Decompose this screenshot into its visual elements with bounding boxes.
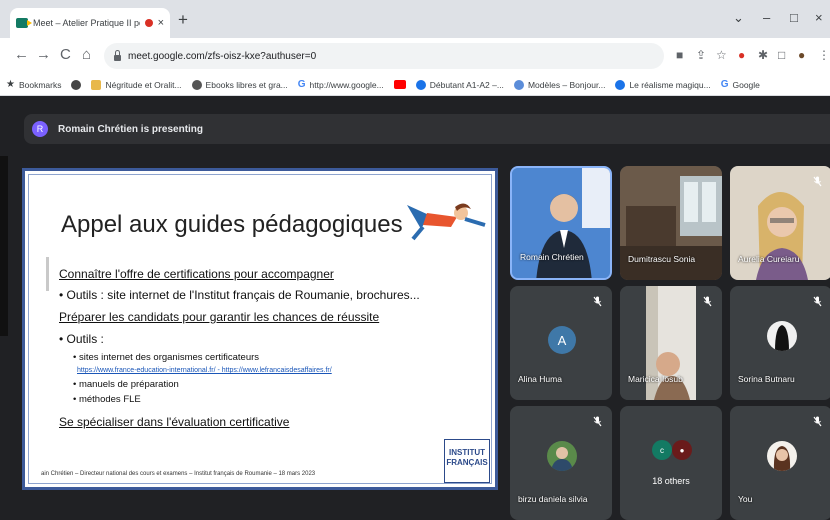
slide-heading-3: Se spécialiser dans l'évaluation certifi…: [59, 415, 290, 429]
minimize-button[interactable]: –: [763, 10, 770, 25]
bookmark-debutant[interactable]: Débutant A1-A2 –...: [415, 79, 504, 90]
mic-off-icon: [813, 416, 822, 427]
participant-tile[interactable]: A Alina Huma: [510, 286, 612, 400]
participant-tile[interactable]: Aurelia Cureiaru: [730, 166, 830, 280]
institut-francais-logo: INSTITUT FRANÇAIS: [444, 439, 490, 483]
bookmark-modeles[interactable]: Modèles – Bonjour...: [513, 79, 605, 90]
profile-avatar-icon[interactable]: ●: [798, 49, 805, 62]
others-count: 18 others: [652, 476, 690, 486]
back-button[interactable]: ←: [14, 47, 29, 63]
ebook-icon: [191, 79, 202, 90]
recording-indicator-icon: [144, 19, 153, 27]
participant-name: You: [738, 494, 753, 504]
reload-button[interactable]: C: [60, 47, 71, 63]
bookmark-negritude[interactable]: Négritude et Oralit...: [91, 79, 182, 90]
tab-search-button[interactable]: ⌄: [733, 10, 744, 26]
participant-name: Aurelia Cureiaru: [738, 254, 800, 264]
slide-footer: ain Chrétien – Directeur national des co…: [41, 471, 316, 477]
menu-kebab-icon[interactable]: ⋮: [818, 49, 830, 62]
slide-sub-2: • manuels de préparation: [73, 379, 179, 390]
bookmark-star-icon[interactable]: ☆: [716, 49, 727, 62]
participant-name: Sorina Butnaru: [738, 374, 795, 384]
youtube-icon: [393, 80, 406, 89]
site-icon: [615, 79, 626, 90]
superhero-illustration: [407, 203, 486, 241]
participant-tile[interactable]: Dumitrascu Sonia: [620, 166, 722, 280]
book-icon: [91, 79, 102, 90]
side-strip: [0, 156, 8, 336]
browser-tab-bar: Meet – Atelier Pratique II pe × + ⌄ – □ …: [0, 0, 830, 38]
slide-sub-3: • méthodes FLE: [73, 394, 141, 405]
participant-tile-self[interactable]: You: [730, 406, 830, 520]
address-bar[interactable]: meet.google.com/zfs-oisz-kxe?authuser=0: [104, 43, 664, 69]
chromium-icon: [71, 79, 82, 90]
slide-bullet-1: • Outils : site internet de l'Institut f…: [59, 288, 420, 302]
close-window-button[interactable]: ×: [815, 10, 823, 25]
browser-toolbar: ← → C ⌂ meet.google.com/zfs-oisz-kxe?aut…: [0, 38, 830, 74]
participant-name: Maricica Iosub: [628, 374, 683, 384]
participant-tile[interactable]: Romain Chrétien: [510, 166, 612, 280]
camera-in-use-icon[interactable]: ■: [676, 49, 683, 62]
avatar: [767, 441, 797, 471]
slide-sub-1: • sites internet des organismes certific…: [73, 352, 260, 363]
tab-title: Meet – Atelier Pratique II pe: [33, 18, 140, 28]
lock-icon: [114, 49, 121, 61]
avatar: A: [548, 326, 576, 354]
mic-off-icon: [813, 176, 822, 187]
participant-name: Romain Chrétien: [520, 252, 584, 262]
avatar: c: [652, 440, 672, 460]
presenter-banner: R Romain Chrétien is presenting: [24, 114, 830, 144]
meet-call-area: R Romain Chrétien is presenting Appel au…: [0, 96, 830, 520]
extensions-puzzle-icon[interactable]: ✱: [758, 49, 768, 62]
bookmarks-bar: ★ Bookmarks Négritude et Oralit... Ebook…: [0, 74, 830, 96]
bookmark-google-search[interactable]: G http://www.google...: [298, 79, 384, 90]
slide-accent-bar: [46, 257, 49, 291]
participant-tile[interactable]: birzu daniela silvia: [510, 406, 612, 520]
participant-name: birzu daniela silvia: [518, 494, 588, 504]
browser-tab-meet[interactable]: Meet – Atelier Pratique II pe ×: [10, 8, 170, 38]
avatar: [547, 441, 577, 471]
url-text: meet.google.com/zfs-oisz-kxe?authuser=0: [128, 50, 317, 62]
slide-bullet-2: • Outils :: [59, 332, 104, 346]
slide-heading-2: Préparer les candidats pour garantir les…: [59, 310, 380, 324]
bookmark-youtube[interactable]: [393, 80, 406, 89]
participant-tile[interactable]: Sorina Butnaru: [730, 286, 830, 400]
participant-name: Alina Huma: [518, 374, 562, 384]
participant-tile-others[interactable]: c ● 18 others: [620, 406, 722, 520]
forward-button[interactable]: →: [36, 47, 51, 63]
google-meet-icon: [16, 18, 32, 28]
star-icon: ★: [6, 79, 15, 90]
site-icon: [415, 79, 426, 90]
tab-close-button[interactable]: ×: [158, 17, 164, 29]
mic-off-icon: [703, 296, 712, 307]
bookmark-chromium[interactable]: [71, 79, 82, 90]
mic-off-icon: [593, 296, 602, 307]
participant-name: Dumitrascu Sonia: [628, 254, 696, 264]
avatar: [767, 321, 797, 351]
mic-off-icon: [813, 296, 822, 307]
new-tab-button[interactable]: +: [178, 11, 188, 28]
bookmarks-folder[interactable]: ★ Bookmarks: [6, 79, 61, 90]
google-icon: G: [720, 79, 729, 90]
avatar: ●: [672, 440, 692, 460]
slide-title: Appel aux guides pédagogiques: [61, 211, 403, 238]
side-panel-icon[interactable]: □: [778, 49, 785, 62]
slide-heading-1: Connaître l'offre de certifications pour…: [59, 267, 334, 281]
presenting-label: Romain Chrétien is presenting: [58, 123, 204, 135]
participant-tile[interactable]: Maricica Iosub: [620, 286, 722, 400]
site-icon: [513, 79, 524, 90]
participant-video: [512, 168, 610, 278]
presentation-slide[interactable]: Appel aux guides pédagogiques Connaître …: [22, 168, 498, 490]
extension-red-icon[interactable]: ●: [738, 49, 745, 62]
bookmark-ebooks[interactable]: Ebooks libres et gra...: [191, 79, 288, 90]
bookmark-google[interactable]: G Google: [721, 79, 760, 90]
presenter-avatar: R: [32, 121, 48, 137]
google-icon: G: [297, 79, 306, 90]
slide-links[interactable]: https://www.france-education-internation…: [77, 367, 332, 374]
home-button[interactable]: ⌂: [82, 47, 91, 63]
share-icon[interactable]: ⇪: [696, 49, 706, 62]
bookmark-realisme[interactable]: Le réalisme magiqu...: [615, 79, 711, 90]
restore-button[interactable]: □: [790, 10, 798, 25]
mic-off-icon: [593, 416, 602, 427]
